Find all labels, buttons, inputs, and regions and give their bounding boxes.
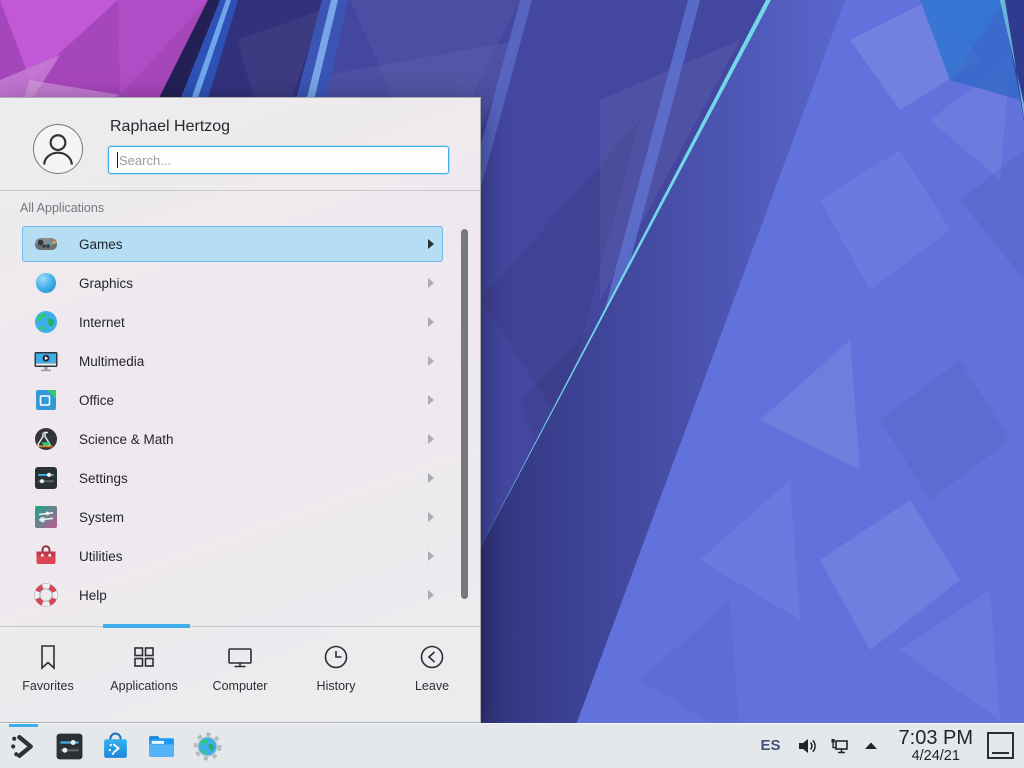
category-label: Science & Math <box>79 432 174 447</box>
science-icon <box>33 426 59 452</box>
category-label: Utilities <box>79 549 123 564</box>
tab-favorites[interactable]: Favorites <box>0 627 96 722</box>
tab-label: Applications <box>110 679 177 693</box>
submenu-arrow-icon <box>428 473 434 483</box>
taskbar-panel: ES 7:03 PM 4/24/21 <box>0 723 1024 768</box>
category-label: System <box>79 510 124 525</box>
list-item[interactable]: System <box>22 499 443 535</box>
user-avatar[interactable] <box>33 124 83 174</box>
tray-icons <box>795 734 891 758</box>
web-browser-icon[interactable] <box>184 724 230 768</box>
tab-label: Leave <box>415 679 449 693</box>
file-manager-icon[interactable] <box>138 724 184 768</box>
list-item[interactable]: Office <box>22 382 443 418</box>
category-label: Office <box>79 393 114 408</box>
multimedia-icon <box>33 348 59 374</box>
list-item[interactable]: Utilities <box>22 538 443 574</box>
network-icon[interactable] <box>827 734 851 758</box>
submenu-arrow-icon <box>428 278 434 288</box>
tab-history[interactable]: History <box>288 627 384 722</box>
grid-icon <box>129 642 159 672</box>
list-item[interactable]: Multimedia <box>22 343 443 379</box>
list-item[interactable]: Settings <box>22 460 443 496</box>
category-label: Settings <box>79 471 128 486</box>
clock-date: 4/24/21 <box>899 749 973 764</box>
category-label: Games <box>79 237 123 252</box>
expand-arrow-icon[interactable] <box>859 734 883 758</box>
submenu-arrow-icon <box>428 356 434 366</box>
digital-clock[interactable]: 7:03 PM 4/24/21 <box>899 728 973 763</box>
scrollbar[interactable] <box>461 229 468 599</box>
monitor-icon <box>225 642 255 672</box>
category-label: Graphics <box>79 276 133 291</box>
launcher-header: Raphael Hertzog <box>0 98 480 191</box>
leave-icon <box>417 642 447 672</box>
tab-computer[interactable]: Computer <box>192 627 288 722</box>
system-icon <box>33 504 59 530</box>
submenu-arrow-icon <box>428 395 434 405</box>
tab-label: History <box>317 679 356 693</box>
utilities-icon <box>33 543 59 569</box>
volume-icon[interactable] <box>795 734 819 758</box>
active-tab-indicator <box>103 624 190 628</box>
person-icon <box>36 127 80 171</box>
submenu-arrow-icon <box>428 239 434 249</box>
user-name: Raphael Hertzog <box>110 118 230 136</box>
office-icon <box>33 387 59 413</box>
category-list: Games Graphics Internet Multimedia Office Sci… <box>0 223 480 628</box>
globe-icon <box>33 309 59 335</box>
submenu-arrow-icon <box>428 512 434 522</box>
list-item[interactable]: Games <box>22 226 443 262</box>
active-task-indicator <box>9 724 38 727</box>
search-input[interactable] <box>108 146 449 174</box>
category-label: Internet <box>79 315 125 330</box>
launcher-tab-bar: Favorites Applications Computer History Leav… <box>0 626 480 722</box>
submenu-arrow-icon <box>428 434 434 444</box>
app-launcher-icon[interactable] <box>0 724 46 768</box>
desktop: Raphael Hertzog All Applications Games Gr… <box>0 0 1024 768</box>
list-item[interactable]: Science & Math <box>22 421 443 457</box>
graphics-icon <box>33 270 59 296</box>
help-icon <box>33 582 59 608</box>
tab-label: Favorites <box>22 679 73 693</box>
submenu-arrow-icon <box>428 590 434 600</box>
bookmark-icon <box>33 642 63 672</box>
text-caret <box>117 152 118 168</box>
tab-applications[interactable]: Applications <box>96 627 192 722</box>
submenu-arrow-icon <box>428 317 434 327</box>
list-item[interactable]: Internet <box>22 304 443 340</box>
settings-icon <box>33 465 59 491</box>
application-launcher-menu: Raphael Hertzog All Applications Games Gr… <box>0 97 481 723</box>
section-label: All Applications <box>20 201 104 215</box>
discover-icon[interactable] <box>92 724 138 768</box>
show-desktop-button[interactable] <box>987 732 1014 759</box>
tab-label: Computer <box>213 679 268 693</box>
submenu-arrow-icon <box>428 551 434 561</box>
taskbar-apps <box>0 724 230 768</box>
system-tray: ES 7:03 PM 4/24/21 <box>761 728 1024 763</box>
clock-time: 7:03 PM <box>899 728 973 748</box>
list-item[interactable]: Help <box>22 577 443 613</box>
clock-icon <box>321 642 351 672</box>
category-label: Help <box>79 588 107 603</box>
system-settings-icon[interactable] <box>46 724 92 768</box>
gamepad-icon <box>33 231 59 257</box>
keyboard-layout-indicator[interactable]: ES <box>761 737 781 754</box>
category-label: Multimedia <box>79 354 144 369</box>
tab-leave[interactable]: Leave <box>384 627 480 722</box>
list-item[interactable]: Graphics <box>22 265 443 301</box>
